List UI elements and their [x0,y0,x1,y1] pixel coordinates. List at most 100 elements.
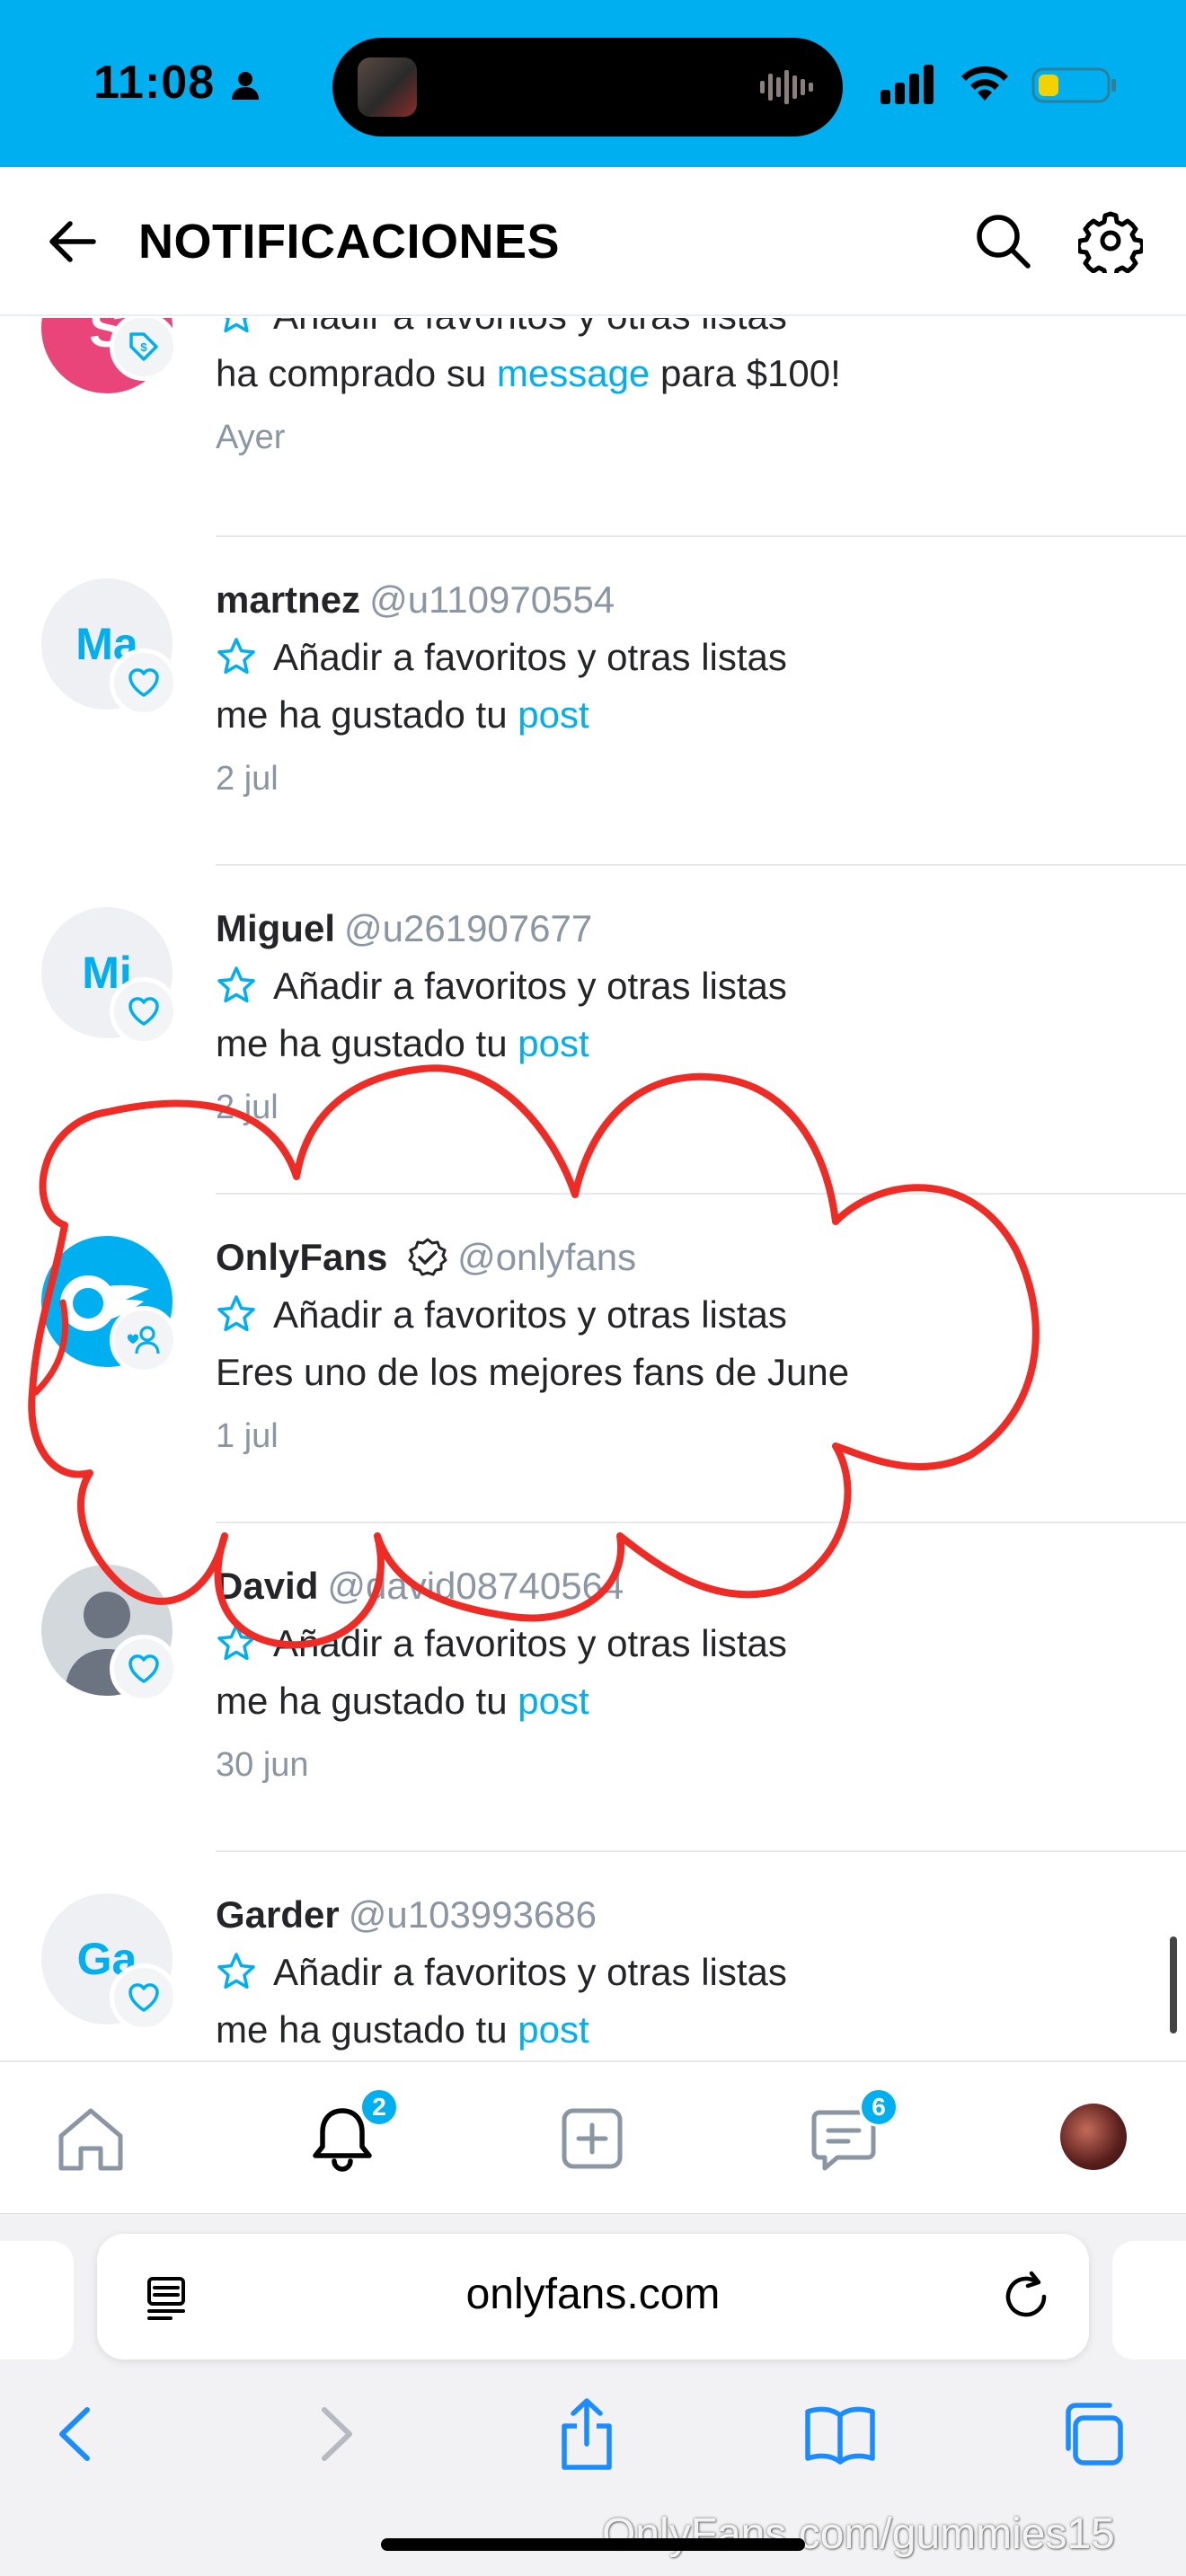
username[interactable]: martnez [216,578,360,621]
username[interactable]: Garder [216,1893,340,1936]
notification-item[interactable]: David @david08740564 Añadir a favoritos y… [0,1565,1186,1893]
divider [216,1522,1186,1523]
fav-label: Añadir a favoritos y otras listas [273,965,787,1007]
user-line[interactable]: Garder @u103993686 [216,1893,597,1936]
home-indicator[interactable] [381,2538,805,2551]
post-link[interactable]: post [518,1022,589,1064]
message-text: me ha gustado tu [216,1022,518,1064]
dynamic-island [332,38,843,137]
person-icon [232,72,259,100]
user-line[interactable]: OnlyFans @onlyfans [216,1236,636,1279]
notification-message: Eres uno de los mejores fans de June [216,1351,850,1393]
page-header: NOTIFICACIONES [0,167,1186,316]
user-handle[interactable]: @u110970554 [369,578,615,621]
add-to-lists-link[interactable]: Añadir a favoritos y otras listas [216,965,787,1008]
post-link[interactable]: post [518,693,589,736]
notification-item[interactable]: OnlyFans @onlyfans Añadir a favoritos y … [0,1236,1186,1565]
tabs-icon[interactable] [1051,2394,1132,2475]
star-icon [217,1295,255,1332]
fav-label: Añadir a favoritos y otras listas [273,1622,787,1664]
gear-icon[interactable] [1078,208,1143,273]
verified-badge-icon [408,1238,447,1276]
search-icon[interactable] [972,210,1033,271]
timestamp: 1 jul [216,1417,279,1455]
home-icon[interactable] [50,2098,131,2179]
post-link[interactable]: post [518,1680,589,1722]
username[interactable]: OnlyFans [216,1236,387,1278]
notification-message: me ha gustado tu post [216,693,589,737]
heart-icon [110,1635,178,1703]
divider [216,535,1186,537]
add-to-lists-link[interactable]: Añadir a favoritos y otras listas [216,1293,787,1337]
profile-avatar[interactable] [1060,2104,1127,2170]
add-to-lists-link[interactable]: Añadir a favoritos y otras listas [216,1622,787,1665]
page-title: NOTIFICACIONES [138,215,561,269]
add-to-lists-link[interactable]: Añadir a favoritos y otras listas [216,1951,787,1994]
star-icon [217,1953,255,1989]
share-icon[interactable] [546,2394,627,2475]
star-icon [224,318,249,333]
timestamp: 2 jul [216,760,279,798]
add-to-lists-link[interactable]: Añadir a favoritos y otras listas [216,636,787,679]
notification-item[interactable]: Ga Garder @u103993686 Añadir a favoritos … [0,1893,1186,2060]
status-bar: 11:08 [0,0,1186,167]
message-link[interactable]: message [497,352,650,394]
user-handle[interactable]: @onlyfans [457,1236,636,1278]
fav-label: Añadir a favoritos y otras listas [273,1293,787,1336]
user-line[interactable]: David @david08740564 [216,1565,624,1608]
username[interactable]: David [216,1565,318,1607]
fav-label: Añadir a favoritos y otras listas [273,1951,787,1993]
timestamp: 2 jul [216,1089,279,1126]
timestamp: 30 jun [216,1746,309,1784]
tag-icon: $ [110,318,178,381]
add-to-lists-link[interactable]: Añadir a favoritos y otras listas [216,318,787,338]
bookmarks-icon[interactable] [800,2394,881,2475]
heart-icon [110,648,178,717]
message-text: me ha gustado tu [216,1680,518,1722]
back-icon[interactable] [36,2394,117,2475]
timestamp: Ayer [216,419,286,456]
signal-icon [881,65,934,104]
scrollbar-thumb[interactable] [1170,1936,1177,2033]
notification-item[interactable]: Ma martnez @u110970554 Añadir a favoritos… [0,578,1186,907]
star-icon [217,966,255,1003]
reload-icon[interactable] [999,2270,1053,2324]
username[interactable]: Miguel [216,907,335,949]
plus-square-icon[interactable] [552,2098,633,2179]
now-playing-thumbnail [358,57,417,117]
user-handle[interactable]: @u261907677 [344,907,592,949]
notification-item[interactable]: S $ Añadir a favoritos y otras listas ha… [0,318,1186,611]
watermark-text: OnlyFans.com/gummies15 [602,2510,1115,2558]
message-text: me ha gustado tu [216,693,518,736]
fav-label: Añadir a favoritos y otras listas [273,318,787,337]
notification-message: me ha gustado tu post [216,1022,589,1065]
star-icon [217,638,255,675]
back-arrow-icon[interactable] [45,216,99,267]
star-icon [217,1624,255,1661]
status-time: 11:08 [93,57,216,109]
notification-item[interactable]: Mi Miguel @u261907677 Añadir a favoritos … [0,907,1186,1236]
user-heart-icon [110,1306,178,1374]
user-line[interactable]: martnez @u110970554 [216,578,615,622]
divider [216,1850,1186,1852]
user-handle[interactable]: @david08740564 [327,1565,624,1607]
user-handle[interactable]: @u103993686 [349,1893,597,1936]
wifi-icon [961,66,1008,101]
previous-tab-preview[interactable] [0,2241,74,2360]
svg-text:$: $ [140,340,147,354]
user-line[interactable]: Miguel @u261907677 [216,907,592,950]
notifications-count-badge: 2 [359,2087,399,2127]
message-text: ha comprado su [216,352,497,394]
address-bar[interactable]: onlyfans.com [97,2234,1089,2360]
divider [216,864,1186,866]
notification-message: me ha gustado tu post [216,2008,589,2051]
post-link[interactable]: post [518,2008,589,2051]
notifications-list[interactable]: S $ Añadir a favoritos y otras listas ha… [0,318,1186,2060]
next-tab-preview[interactable] [1112,2241,1186,2360]
message-text-after: para $100! [650,352,841,394]
messages-count-badge: 6 [859,2087,898,2127]
forward-icon[interactable] [295,2394,376,2475]
notification-message: ha comprado su message para $100! [216,352,841,395]
url-text[interactable]: onlyfans.com [97,2270,1089,2319]
notification-message: me ha gustado tu post [216,1680,589,1723]
